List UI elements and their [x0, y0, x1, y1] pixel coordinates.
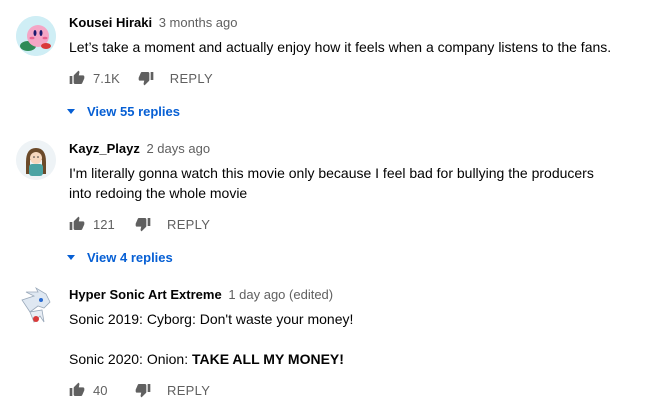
kirby-avatar — [16, 16, 56, 56]
avatar[interactable] — [16, 16, 56, 56]
like-count: 7.1K — [93, 70, 120, 86]
thumb-down-icon[interactable] — [135, 216, 151, 232]
like-count: 40 — [93, 382, 108, 398]
comment-text: Sonic 2019: Cyborg: Don't waste your mon… — [69, 309, 640, 369]
thumb-down-icon[interactable] — [138, 70, 154, 86]
sonic-avatar — [16, 286, 56, 326]
like-count: 121 — [93, 216, 115, 232]
thumb-up-icon[interactable] — [69, 382, 85, 398]
avatar[interactable] — [16, 286, 56, 326]
comment-timestamp[interactable]: 1 day ago (edited) — [228, 287, 333, 302]
comment-line: Sonic 2019: Cyborg: Don't waste your mon… — [69, 311, 354, 327]
comment-text: I'm literally gonna watch this movie onl… — [69, 163, 640, 203]
view-replies-label: View 55 replies — [87, 103, 180, 119]
reply-button[interactable]: REPLY — [170, 71, 213, 86]
girl-avatar — [16, 140, 56, 180]
view-replies-label: View 4 replies — [87, 249, 173, 265]
comment-actions: 40 REPLY — [69, 378, 640, 402]
comment-line: Let’s take a moment and actually enjoy h… — [69, 39, 612, 55]
avatar[interactable] — [16, 140, 56, 180]
comment-author[interactable]: Kayz_Playz — [69, 141, 140, 156]
expand-triangle-icon — [67, 254, 75, 260]
comment-text: Let’s take a moment and actually enjoy h… — [69, 37, 640, 57]
view-replies-button[interactable]: View 55 replies — [67, 100, 640, 122]
reply-button[interactable]: REPLY — [167, 217, 210, 232]
comment-timestamp[interactable]: 2 days ago — [146, 141, 210, 156]
comment-line: Sonic 2020: Onion: TAKE ALL MY MONEY! — [69, 349, 640, 369]
comment-author[interactable]: Hyper Sonic Art Extreme — [69, 287, 222, 302]
comment-actions: 121 REPLY — [69, 212, 640, 236]
comment-timestamp[interactable]: 3 months ago — [159, 15, 238, 30]
comment-line: I'm literally gonna watch this movie onl… — [69, 165, 594, 181]
comment-actions: 7.1K REPLY — [69, 66, 640, 90]
comment-author[interactable]: Kousei Hiraki — [69, 15, 152, 30]
comment-line-bold: TAKE ALL MY MONEY! — [191, 351, 344, 367]
view-replies-button[interactable]: View 4 replies — [67, 246, 640, 268]
thumb-up-icon[interactable] — [69, 216, 85, 232]
thumb-down-icon[interactable] — [135, 382, 151, 398]
comment-line-prefix: Sonic 2020: Onion: — [69, 351, 192, 367]
comment-line: into redoing the whole movie — [69, 185, 248, 201]
reply-button[interactable]: REPLY — [167, 383, 210, 398]
expand-triangle-icon — [67, 108, 75, 114]
thumb-up-icon[interactable] — [69, 70, 85, 86]
